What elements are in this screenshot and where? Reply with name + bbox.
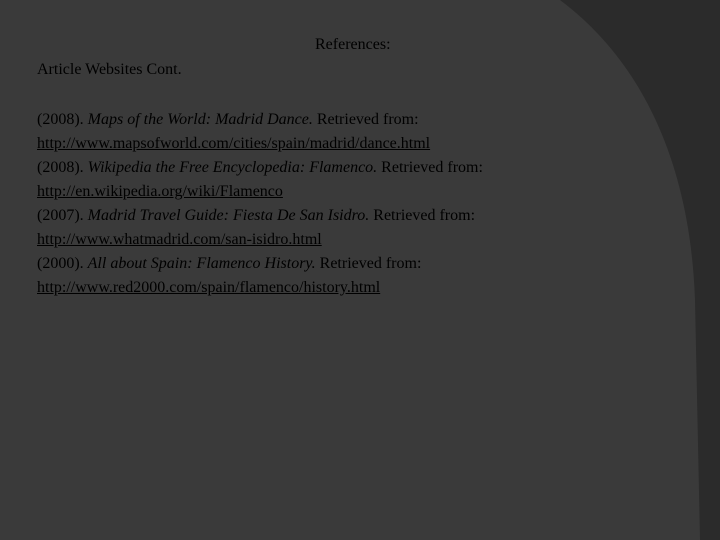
reference-entry: (2008). Wikipedia the Free Encyclopedia:… (37, 156, 677, 204)
reference-year: (2008). (37, 111, 84, 128)
reference-citation: (2000). All about Spain: Flamenco Histor… (37, 252, 677, 276)
slide-title: References: (315, 36, 391, 53)
reference-entry: (2000). All about Spain: Flamenco Histor… (37, 252, 677, 300)
reference-link[interactable]: http://www.mapsofworld.com/cities/spain/… (37, 132, 677, 156)
reference-retrieved-label: Retrieved from: (319, 255, 422, 272)
reference-year: (2008). (37, 159, 84, 176)
reference-retrieved-label: Retrieved from: (373, 207, 476, 224)
reference-title: All about Spain: Flamenco History. (87, 255, 316, 272)
reference-retrieved-label: Retrieved from: (381, 159, 483, 176)
reference-link[interactable]: http://www.red2000.com/spain/flamenco/hi… (37, 276, 677, 300)
reference-year: (2000). (37, 255, 84, 272)
reference-title: Maps of the World: Madrid Dance. (87, 111, 313, 128)
section-subtitle: Article Websites Cont. (37, 61, 182, 78)
reference-citation: (2008). Maps of the World: Madrid Dance.… (37, 108, 677, 132)
reference-entry: (2007). Madrid Travel Guide: Fiesta De S… (37, 204, 677, 252)
reference-link[interactable]: http://www.whatmadrid.com/san-isidro.htm… (37, 228, 677, 252)
reference-citation: (2007). Madrid Travel Guide: Fiesta De S… (37, 204, 677, 228)
reference-list: (2008). Maps of the World: Madrid Dance.… (37, 108, 677, 300)
reference-year: (2007). (37, 207, 84, 224)
reference-retrieved-label: Retrieved from: (316, 111, 419, 128)
reference-entry: (2008). Maps of the World: Madrid Dance.… (37, 108, 677, 156)
reference-link[interactable]: http://en.wikipedia.org/wiki/Flamenco (37, 180, 677, 204)
reference-title: Madrid Travel Guide: Fiesta De San Isidr… (87, 207, 370, 224)
reference-title: Wikipedia the Free Encyclopedia: Flamenc… (87, 159, 378, 176)
reference-citation: (2008). Wikipedia the Free Encyclopedia:… (37, 156, 677, 180)
